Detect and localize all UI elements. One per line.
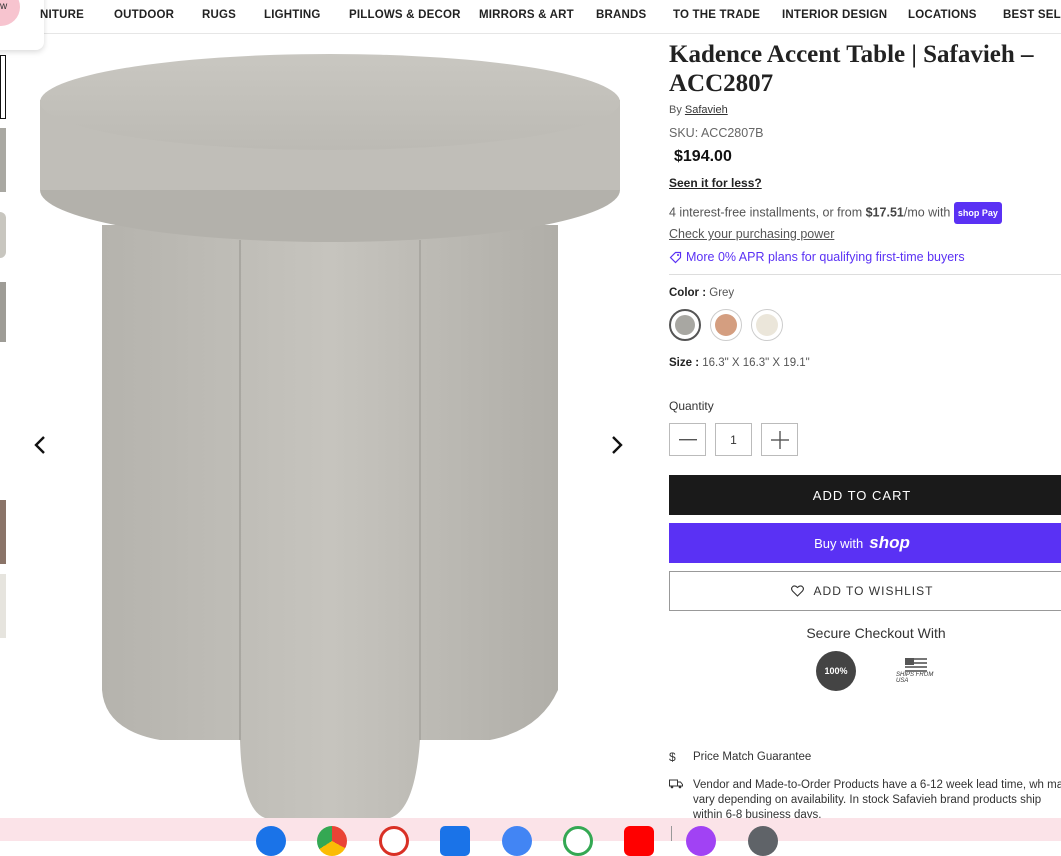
badge-100-text: 100% bbox=[824, 666, 848, 676]
gmail-icon[interactable] bbox=[379, 826, 409, 856]
installment-amount: $17.51 bbox=[865, 205, 904, 220]
chevron-left-icon bbox=[34, 436, 45, 454]
nav-item-to-the-trade[interactable]: TO THE TRADE bbox=[673, 9, 760, 21]
taskbar bbox=[0, 818, 1061, 856]
color-row: Color : Grey bbox=[669, 287, 1061, 299]
seen-it-for-less-link[interactable]: Seen it for less? bbox=[669, 176, 1061, 190]
quantity-decrease-button[interactable] bbox=[669, 423, 706, 456]
thumbnail[interactable] bbox=[0, 574, 6, 638]
buy-with-shop-button[interactable]: Buy with shop bbox=[669, 523, 1061, 563]
add-to-wishlist-button[interactable]: ADD TO WISHLIST bbox=[669, 571, 1061, 611]
installments-pre: 4 interest-free installments, or from bbox=[669, 205, 866, 220]
minus-icon bbox=[678, 438, 697, 440]
chevron-right-icon bbox=[612, 436, 623, 454]
heart-icon bbox=[790, 585, 804, 597]
installments-post: /mo with bbox=[903, 205, 954, 220]
swatch-terracotta[interactable] bbox=[710, 309, 742, 341]
brand-line: By Safavieh bbox=[669, 104, 1061, 116]
top-nav: w NITURE OUTDOOR RUGS LIGHTING PILLOWS &… bbox=[0, 0, 1061, 50]
table-photo bbox=[40, 54, 620, 818]
badge-usa-text: SHIPS FROM USA bbox=[896, 672, 934, 684]
secure-checkout-title: Secure Checkout With bbox=[806, 625, 946, 641]
gallery-prev-button[interactable] bbox=[29, 430, 51, 460]
youtube-icon[interactable] bbox=[624, 826, 654, 856]
shop-logo: shop bbox=[869, 533, 910, 552]
size-label: Size : bbox=[669, 357, 700, 369]
taskbar-divider bbox=[671, 826, 672, 841]
nav-item-lighting[interactable]: LIGHTING bbox=[264, 9, 321, 21]
swatch-grey[interactable] bbox=[669, 309, 701, 341]
calendar-icon[interactable] bbox=[256, 826, 286, 856]
swatch-fill bbox=[715, 314, 737, 336]
nav-item-best-sellers[interactable]: BEST SELLE bbox=[1003, 9, 1061, 21]
nav-item-mirrors-art[interactable]: MIRRORS & ART bbox=[479, 9, 574, 21]
quantity-input[interactable]: 1 bbox=[715, 423, 752, 456]
product-price: $194.00 bbox=[674, 148, 732, 165]
divider bbox=[669, 274, 1061, 275]
quantity-stepper: 1 bbox=[669, 423, 1061, 456]
promo-text: w bbox=[0, 1, 8, 12]
product-gallery bbox=[20, 40, 640, 830]
installments-text: 4 interest-free installments, or from $1… bbox=[669, 202, 1061, 244]
brand-link[interactable]: Safavieh bbox=[685, 104, 728, 116]
by-prefix: By bbox=[669, 104, 682, 116]
us-flag-icon bbox=[905, 658, 927, 672]
trust-badges: 100% SHIPS FROM USA bbox=[669, 651, 1061, 691]
swatch-fill bbox=[675, 315, 695, 335]
color-label: Color : bbox=[669, 287, 707, 299]
add-to-cart-button[interactable]: ADD TO CART bbox=[669, 475, 1061, 515]
nav-item-rugs[interactable]: RUGS bbox=[202, 9, 236, 21]
wishlist-text: ADD TO WISHLIST bbox=[813, 584, 934, 598]
truck-icon bbox=[669, 778, 685, 818]
nav-item-pillows-decor[interactable]: PILLOWS & DECOR bbox=[349, 9, 461, 21]
quality-guarantee-badge: 100% bbox=[816, 651, 856, 691]
perk-text: Price Match Guarantee bbox=[693, 751, 812, 763]
quantity-label: Quantity bbox=[669, 399, 714, 413]
size-value: 16.3" X 16.3" X 19.1" bbox=[702, 357, 810, 369]
product-sku: SKU: ACC2807B bbox=[669, 126, 764, 140]
docs-icon[interactable] bbox=[440, 826, 470, 856]
check-purchasing-power-link[interactable]: Check your purchasing power bbox=[669, 227, 834, 241]
tag-icon bbox=[669, 251, 682, 263]
shop-pay-logo: shop Pay bbox=[953, 202, 1002, 224]
swatch-ivory[interactable] bbox=[751, 309, 783, 341]
thumbnail[interactable] bbox=[0, 128, 6, 192]
settings-icon[interactable] bbox=[748, 826, 778, 856]
nav-item-locations[interactable]: LOCATIONS bbox=[908, 9, 977, 21]
plus-icon bbox=[770, 430, 789, 449]
apr-link[interactable]: More 0% APR plans for qualifying first-t… bbox=[669, 250, 1061, 264]
price-match-perk: $ Price Match Guarantee bbox=[669, 750, 1061, 765]
app-icon[interactable] bbox=[686, 826, 716, 856]
product-info: Kadence Accent Table | Safavieh – ACC280… bbox=[669, 40, 1061, 691]
nav-item-outdoor[interactable]: OUTDOOR bbox=[114, 9, 174, 21]
buy-with-text: Buy with bbox=[814, 535, 864, 551]
play-store-icon[interactable] bbox=[563, 826, 593, 856]
thumbnail[interactable] bbox=[0, 500, 6, 564]
nav-item-brands[interactable]: BRANDS bbox=[596, 9, 646, 21]
nav-item-furniture[interactable]: NITURE bbox=[40, 9, 84, 21]
size-row: Size : 16.3" X 16.3" X 19.1" bbox=[669, 357, 1061, 369]
color-swatches bbox=[669, 309, 1061, 341]
gallery-next-button[interactable] bbox=[606, 430, 628, 460]
dollar-icon: $ bbox=[669, 750, 676, 764]
color-value: Grey bbox=[709, 287, 735, 299]
nav-item-interior-design[interactable]: INTERIOR DESIGN bbox=[782, 9, 887, 21]
apr-text: More 0% APR plans for qualifying first-t… bbox=[686, 250, 965, 264]
swatch-fill bbox=[756, 314, 778, 336]
lead-time-perk: Vendor and Made-to-Order Products have a… bbox=[669, 778, 1061, 818]
quantity-increase-button[interactable] bbox=[761, 423, 798, 456]
thumbnail[interactable] bbox=[0, 212, 6, 258]
thumbnail[interactable] bbox=[0, 55, 6, 119]
perk-text: Vendor and Made-to-Order Products have a… bbox=[693, 779, 1061, 818]
files-icon[interactable] bbox=[502, 826, 532, 856]
thumbnail[interactable] bbox=[0, 282, 6, 342]
chrome-icon[interactable] bbox=[317, 826, 347, 856]
ships-from-usa-badge: SHIPS FROM USA bbox=[896, 651, 936, 691]
product-title: Kadence Accent Table | Safavieh – ACC280… bbox=[669, 41, 1034, 97]
